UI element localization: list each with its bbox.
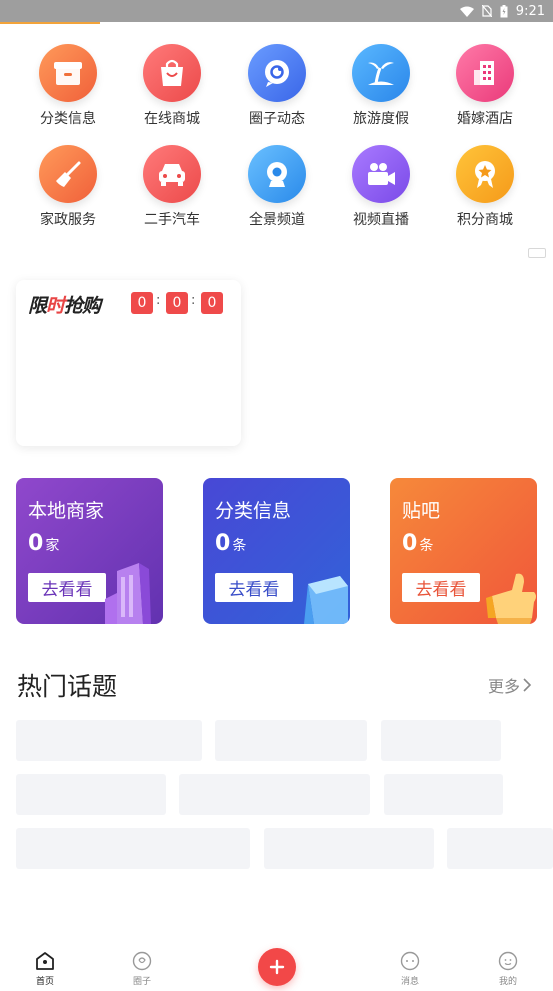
category-label: 圈子动态 bbox=[249, 111, 305, 127]
bottom-tab-bar: 首页 圈子 消息 我的 bbox=[0, 940, 553, 991]
topic-placeholder bbox=[16, 828, 250, 869]
category-label: 积分商城 bbox=[457, 212, 513, 228]
countdown-separator: : bbox=[191, 293, 196, 308]
tab-label: 我的 bbox=[498, 977, 517, 987]
tab-messages[interactable]: 消息 bbox=[385, 950, 435, 987]
view-button[interactable]: 去看看 bbox=[28, 573, 106, 602]
more-link[interactable]: 更多 bbox=[488, 673, 534, 697]
plus-icon bbox=[269, 959, 285, 975]
tab-home[interactable]: 首页 bbox=[20, 950, 70, 987]
promo-card-forum[interactable]: 贴吧 0条 去看看 bbox=[390, 478, 537, 624]
topic-placeholder bbox=[447, 828, 553, 869]
topic-placeholder bbox=[179, 774, 370, 815]
topic-placeholder bbox=[264, 828, 434, 869]
category-classified-info[interactable]: 分类信息 bbox=[18, 44, 118, 128]
panorama-camera-icon bbox=[248, 145, 306, 203]
cube-illustration-icon bbox=[304, 576, 348, 624]
promo-count: 0条 bbox=[402, 531, 434, 556]
buildings-illustration-icon bbox=[105, 563, 151, 624]
home-icon bbox=[34, 950, 56, 972]
category-label: 家政服务 bbox=[40, 212, 96, 228]
video-camera-icon bbox=[352, 145, 410, 203]
tab-circle[interactable]: 圈子 bbox=[117, 950, 167, 987]
countdown-separator: : bbox=[156, 293, 161, 308]
category-panorama[interactable]: 全景频道 bbox=[227, 145, 327, 229]
chat-bubble-icon bbox=[248, 44, 306, 102]
category-circle-feed[interactable]: 圈子动态 bbox=[227, 44, 327, 128]
promo-count: 0条 bbox=[215, 531, 247, 556]
car-icon bbox=[143, 145, 201, 203]
no-sim-icon bbox=[481, 5, 492, 17]
promo-card-classified-info[interactable]: 分类信息 0条 去看看 bbox=[203, 478, 350, 624]
topic-placeholder bbox=[215, 720, 367, 761]
category-label: 分类信息 bbox=[40, 111, 96, 127]
tab-label: 消息 bbox=[400, 977, 419, 987]
category-label: 婚嫁酒店 bbox=[457, 111, 513, 127]
category-label: 旅游度假 bbox=[353, 111, 409, 127]
promo-title: 分类信息 bbox=[215, 500, 292, 522]
countdown-hours: 0 bbox=[131, 292, 153, 314]
countdown-minutes: 0 bbox=[166, 292, 188, 314]
promo-card-local-merchants[interactable]: 本地商家 0家 去看看 bbox=[16, 478, 163, 624]
category-used-cars[interactable]: 二手汽车 bbox=[122, 145, 222, 229]
category-housekeeping[interactable]: 家政服务 bbox=[18, 145, 118, 229]
flash-sale-title: 限时抢购 bbox=[28, 295, 101, 317]
medal-icon bbox=[456, 145, 514, 203]
message-icon bbox=[399, 950, 421, 972]
battery-icon bbox=[500, 4, 508, 18]
wifi-icon bbox=[459, 6, 474, 17]
add-post-button[interactable] bbox=[258, 948, 296, 986]
category-live-video[interactable]: 视频直播 bbox=[331, 145, 431, 229]
view-button[interactable]: 去看看 bbox=[215, 573, 293, 602]
category-label: 全景频道 bbox=[249, 212, 305, 228]
topic-placeholder bbox=[384, 774, 503, 815]
promo-title: 贴吧 bbox=[402, 500, 441, 522]
hot-topics-title: 热门话题 bbox=[17, 672, 118, 701]
topic-placeholder bbox=[381, 720, 501, 761]
hotel-building-icon bbox=[456, 44, 514, 102]
category-travel[interactable]: 旅游度假 bbox=[331, 44, 431, 128]
flash-sale-card[interactable]: 限时抢购 0 : 0 : 0 bbox=[16, 280, 241, 446]
category-label: 视频直播 bbox=[353, 212, 409, 228]
tab-label: 首页 bbox=[35, 977, 54, 987]
banner-indicator bbox=[528, 248, 546, 258]
category-points-mall[interactable]: 积分商城 bbox=[435, 145, 535, 229]
status-bar: 9:21 bbox=[0, 0, 553, 22]
broom-icon bbox=[39, 145, 97, 203]
view-button[interactable]: 去看看 bbox=[402, 573, 480, 602]
status-time: 9:21 bbox=[515, 3, 545, 19]
countdown-seconds: 0 bbox=[201, 292, 223, 314]
thumbs-up-illustration-icon bbox=[486, 573, 536, 624]
promo-title: 本地商家 bbox=[28, 500, 105, 522]
palm-tree-icon bbox=[352, 44, 410, 102]
category-label: 在线商城 bbox=[144, 111, 200, 127]
tab-label: 圈子 bbox=[132, 977, 151, 987]
category-online-mall[interactable]: 在线商城 bbox=[122, 44, 222, 128]
chevron-right-icon bbox=[523, 678, 532, 692]
shopping-bag-icon bbox=[143, 44, 201, 102]
tab-mine[interactable]: 我的 bbox=[483, 950, 533, 987]
topic-placeholder bbox=[16, 720, 202, 761]
loading-indicator bbox=[0, 22, 100, 24]
profile-icon bbox=[497, 950, 519, 972]
promo-count: 0家 bbox=[28, 531, 60, 556]
category-wedding-hotel[interactable]: 婚嫁酒店 bbox=[435, 44, 535, 128]
circle-icon bbox=[131, 950, 153, 972]
topic-placeholder bbox=[16, 774, 166, 815]
category-label: 二手汽车 bbox=[144, 212, 200, 228]
gift-box-icon bbox=[39, 44, 97, 102]
